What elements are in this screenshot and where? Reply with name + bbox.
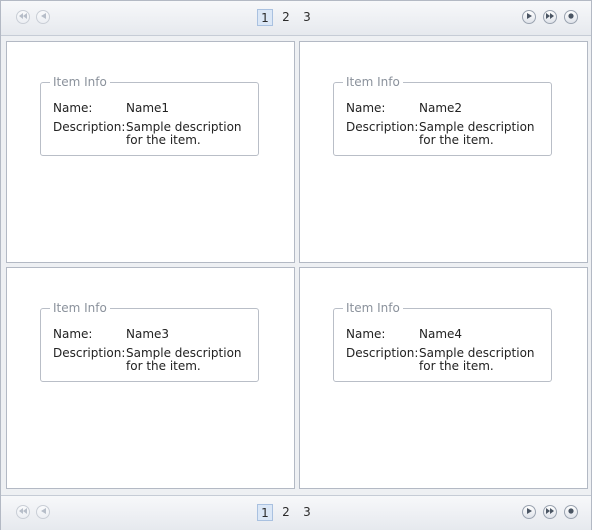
first-page-icon bbox=[19, 508, 27, 516]
end-button[interactable] bbox=[564, 505, 578, 519]
last-page-button[interactable] bbox=[543, 10, 557, 24]
description-label: Description: bbox=[346, 120, 419, 134]
page-3-link[interactable]: 3 bbox=[299, 504, 315, 521]
name-value: Name1 bbox=[126, 101, 170, 115]
end-button[interactable] bbox=[564, 10, 578, 24]
next-page-button[interactable] bbox=[522, 10, 536, 24]
page-numbers: 1 2 3 bbox=[257, 504, 320, 522]
next-page-icon bbox=[526, 508, 532, 516]
group-title: Item Info bbox=[343, 301, 403, 315]
page-3-link[interactable]: 3 bbox=[299, 9, 315, 26]
previous-page-icon bbox=[40, 13, 46, 21]
first-page-button[interactable] bbox=[16, 10, 30, 24]
top-pager: 1 2 3 bbox=[1, 1, 591, 36]
item-card: Item Info Name: Name3 Description: Sampl… bbox=[6, 267, 295, 489]
item-info-group: Item Info Name: Name4 Description: Sampl… bbox=[333, 301, 552, 382]
last-page-icon bbox=[546, 508, 554, 516]
name-value: Name4 bbox=[419, 327, 463, 341]
next-page-icon bbox=[526, 13, 532, 21]
last-page-icon bbox=[546, 13, 554, 21]
end-icon bbox=[568, 13, 574, 21]
next-page-button[interactable] bbox=[522, 505, 536, 519]
data-pager-container: 1 2 3 Item Info Name: Name1 Description:… bbox=[0, 0, 592, 530]
name-label: Name: bbox=[346, 327, 386, 341]
name-label: Name: bbox=[53, 101, 93, 115]
name-value: Name2 bbox=[419, 101, 463, 115]
description-label: Description: bbox=[53, 346, 126, 360]
page-1-link[interactable]: 1 bbox=[257, 504, 273, 521]
previous-page-icon bbox=[40, 508, 46, 516]
last-page-button[interactable] bbox=[543, 505, 557, 519]
end-icon bbox=[568, 508, 574, 516]
item-card: Item Info Name: Name1 Description: Sampl… bbox=[6, 41, 295, 263]
description-value: Sample description for the item. bbox=[126, 346, 242, 373]
item-card: Item Info Name: Name2 Description: Sampl… bbox=[299, 41, 588, 263]
item-info-group: Item Info Name: Name3 Description: Sampl… bbox=[40, 301, 259, 382]
previous-page-button[interactable] bbox=[36, 10, 50, 24]
description-label: Description: bbox=[53, 120, 126, 134]
description-label: Description: bbox=[346, 346, 419, 360]
name-label: Name: bbox=[346, 101, 386, 115]
first-page-icon bbox=[19, 13, 27, 21]
group-title: Item Info bbox=[50, 301, 110, 315]
description-value: Sample description for the item. bbox=[419, 120, 535, 147]
page-2-link[interactable]: 2 bbox=[278, 9, 294, 26]
item-info-group: Item Info Name: Name1 Description: Sampl… bbox=[40, 75, 259, 156]
previous-page-button[interactable] bbox=[36, 505, 50, 519]
description-value: Sample description for the item. bbox=[419, 346, 535, 373]
page-2-link[interactable]: 2 bbox=[278, 504, 294, 521]
page-1-link[interactable]: 1 bbox=[257, 9, 273, 26]
item-card: Item Info Name: Name4 Description: Sampl… bbox=[299, 267, 588, 489]
item-info-group: Item Info Name: Name2 Description: Sampl… bbox=[333, 75, 552, 156]
group-title: Item Info bbox=[343, 75, 403, 89]
page-numbers: 1 2 3 bbox=[257, 9, 320, 27]
first-page-button[interactable] bbox=[16, 505, 30, 519]
name-label: Name: bbox=[53, 327, 93, 341]
description-value: Sample description for the item. bbox=[126, 120, 242, 147]
bottom-pager: 1 2 3 bbox=[1, 495, 591, 530]
group-title: Item Info bbox=[50, 75, 110, 89]
name-value: Name3 bbox=[126, 327, 170, 341]
